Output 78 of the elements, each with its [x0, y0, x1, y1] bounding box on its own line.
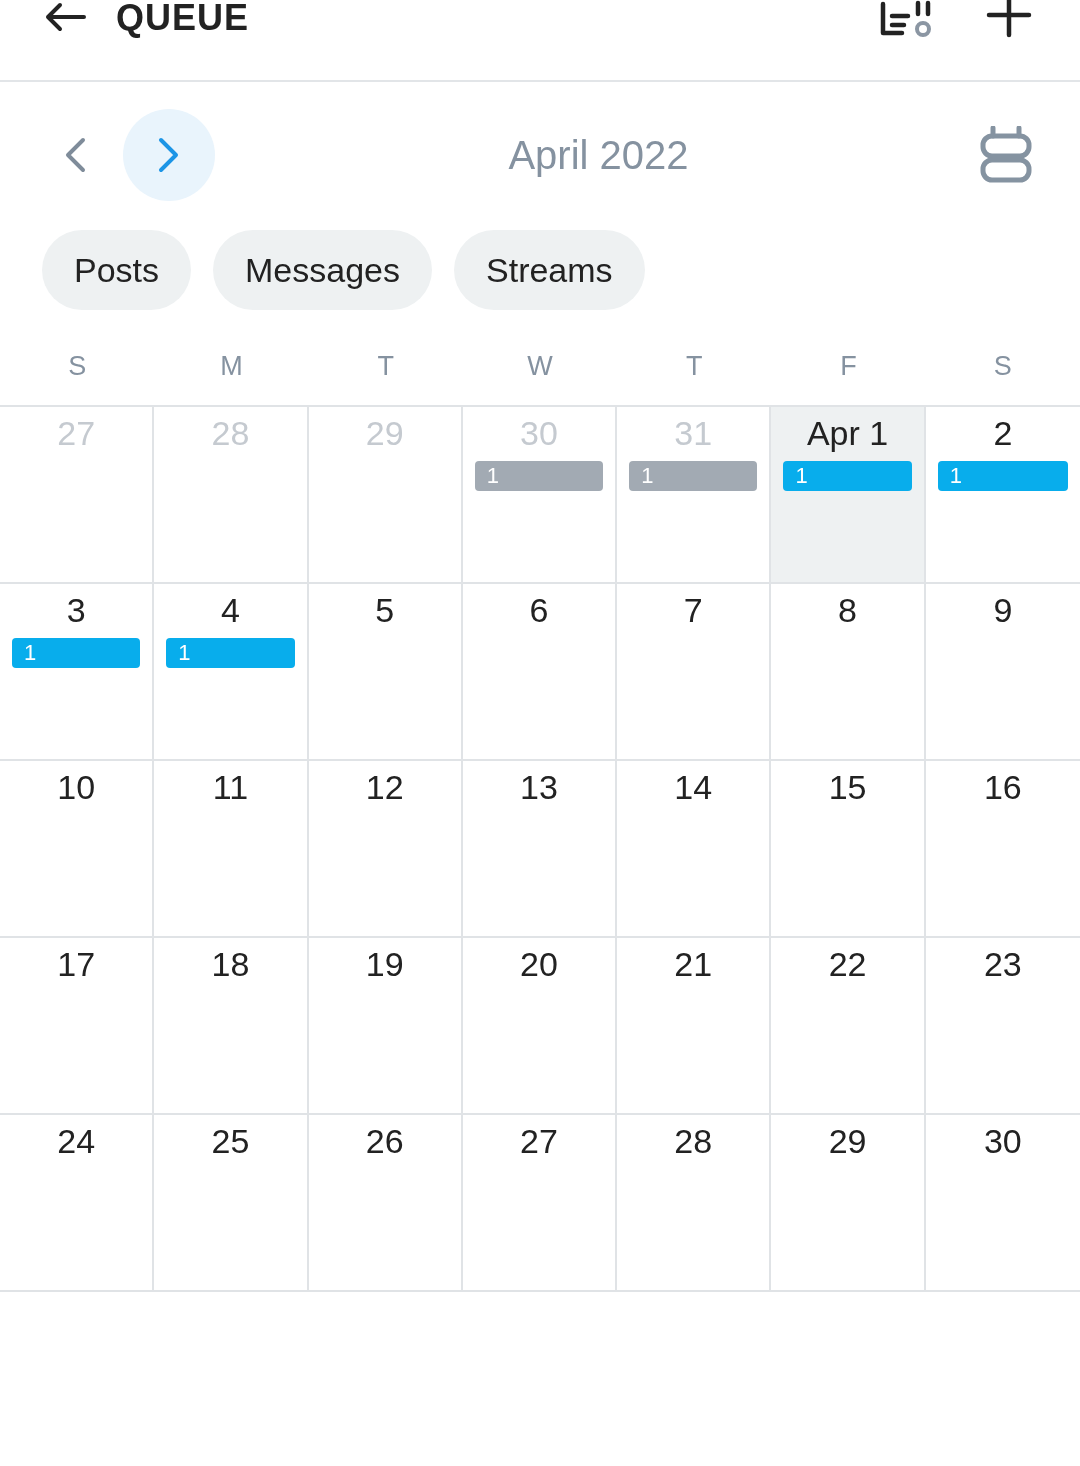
chevron-right-icon	[158, 137, 180, 173]
day-cell[interactable]: 3 1	[0, 584, 155, 761]
back-arrow-icon[interactable]	[44, 2, 86, 32]
date-number: 21	[674, 944, 713, 984]
date-number: 30	[520, 413, 558, 453]
date-number: 8	[838, 590, 857, 630]
day-cell[interactable]: 17	[0, 938, 155, 1115]
date-number: 2	[993, 413, 1013, 453]
date-number: 5	[375, 590, 395, 630]
date-number: 20	[520, 944, 558, 984]
date-number: 14	[674, 767, 713, 807]
day-cell[interactable]: 8	[771, 584, 926, 761]
day-cell[interactable]: 11	[154, 761, 309, 938]
date-number: 18	[211, 944, 250, 984]
day-cell[interactable]: 12	[308, 761, 463, 938]
day-cell[interactable]: Apr 1 1	[771, 407, 926, 584]
date-number: 29	[365, 413, 404, 453]
date-number: 27	[520, 1121, 558, 1161]
filter-chip[interactable]: Posts	[42, 230, 192, 310]
date-number: 7	[683, 590, 703, 630]
date-number: 31	[674, 413, 713, 453]
date-number: 28	[211, 413, 250, 453]
page-title: QUEUE	[116, 0, 250, 36]
date-number: Apr 1	[806, 413, 889, 453]
date-number: 22	[828, 944, 867, 984]
day-cell[interactable]: 14	[617, 761, 772, 938]
date-number: 15	[828, 767, 867, 807]
day-cell[interactable]: 25	[154, 1115, 309, 1292]
weekday-label: S	[68, 350, 87, 382]
weekday-label: T	[377, 350, 394, 382]
date-number: 30	[983, 1121, 1022, 1161]
date-number: 6	[529, 590, 549, 630]
weekday-label: S	[993, 350, 1012, 382]
day-cell[interactable]: 28	[617, 1115, 772, 1292]
date-number: 19	[365, 944, 404, 984]
date-number: 16	[983, 767, 1022, 807]
date-number: 13	[520, 767, 558, 807]
date-number: 26	[365, 1121, 404, 1161]
weekday-label: W	[527, 350, 553, 382]
day-cell[interactable]: 29	[771, 1115, 926, 1292]
day-cell[interactable]: 21	[617, 938, 772, 1115]
chevron-left-icon	[64, 137, 86, 173]
day-cell[interactable]: 18	[154, 938, 309, 1115]
calendar-view-icon[interactable]	[980, 126, 1032, 184]
day-cell[interactable]: 24	[0, 1115, 155, 1292]
weekday-label: F	[840, 350, 857, 382]
day-cell[interactable]: 22	[771, 938, 926, 1115]
list-icon[interactable]	[878, 0, 934, 38]
date-number: 17	[57, 944, 96, 984]
weekday-label: T	[686, 350, 703, 382]
date-number: 9	[993, 590, 1013, 630]
day-cell[interactable]: 15	[771, 761, 926, 938]
day-cell[interactable]: 13	[462, 761, 618, 938]
date-number: 12	[365, 767, 404, 807]
date-number: 3	[66, 590, 86, 630]
date-number: 10	[57, 767, 96, 807]
day-cell[interactable]: 7	[617, 584, 772, 761]
day-cell[interactable]: 4 1	[154, 584, 309, 761]
add-icon[interactable]	[986, 0, 1032, 38]
date-number: 27	[57, 413, 96, 453]
day-cell[interactable]: 5	[308, 584, 463, 761]
filter-chip[interactable]: Messages	[213, 230, 432, 310]
day-cell[interactable]: 19	[308, 938, 463, 1115]
day-cell[interactable]: 27	[462, 1115, 618, 1292]
date-number: 23	[983, 944, 1022, 984]
day-cell[interactable]: 26	[308, 1115, 463, 1292]
date-number: 11	[212, 767, 249, 807]
date-number: 24	[57, 1121, 96, 1161]
weekday-label: M	[220, 350, 243, 382]
date-number: 25	[211, 1121, 250, 1161]
filter-chip[interactable]: Streams	[454, 230, 645, 310]
date-number: 28	[674, 1121, 713, 1161]
day-cell[interactable]: 20	[462, 938, 618, 1115]
date-number: 4	[220, 590, 240, 630]
month-title: April 2022	[507, 132, 690, 178]
day-cell[interactable]: 6	[462, 584, 618, 761]
date-number: 29	[828, 1121, 867, 1161]
day-cell[interactable]: 10	[0, 761, 155, 938]
